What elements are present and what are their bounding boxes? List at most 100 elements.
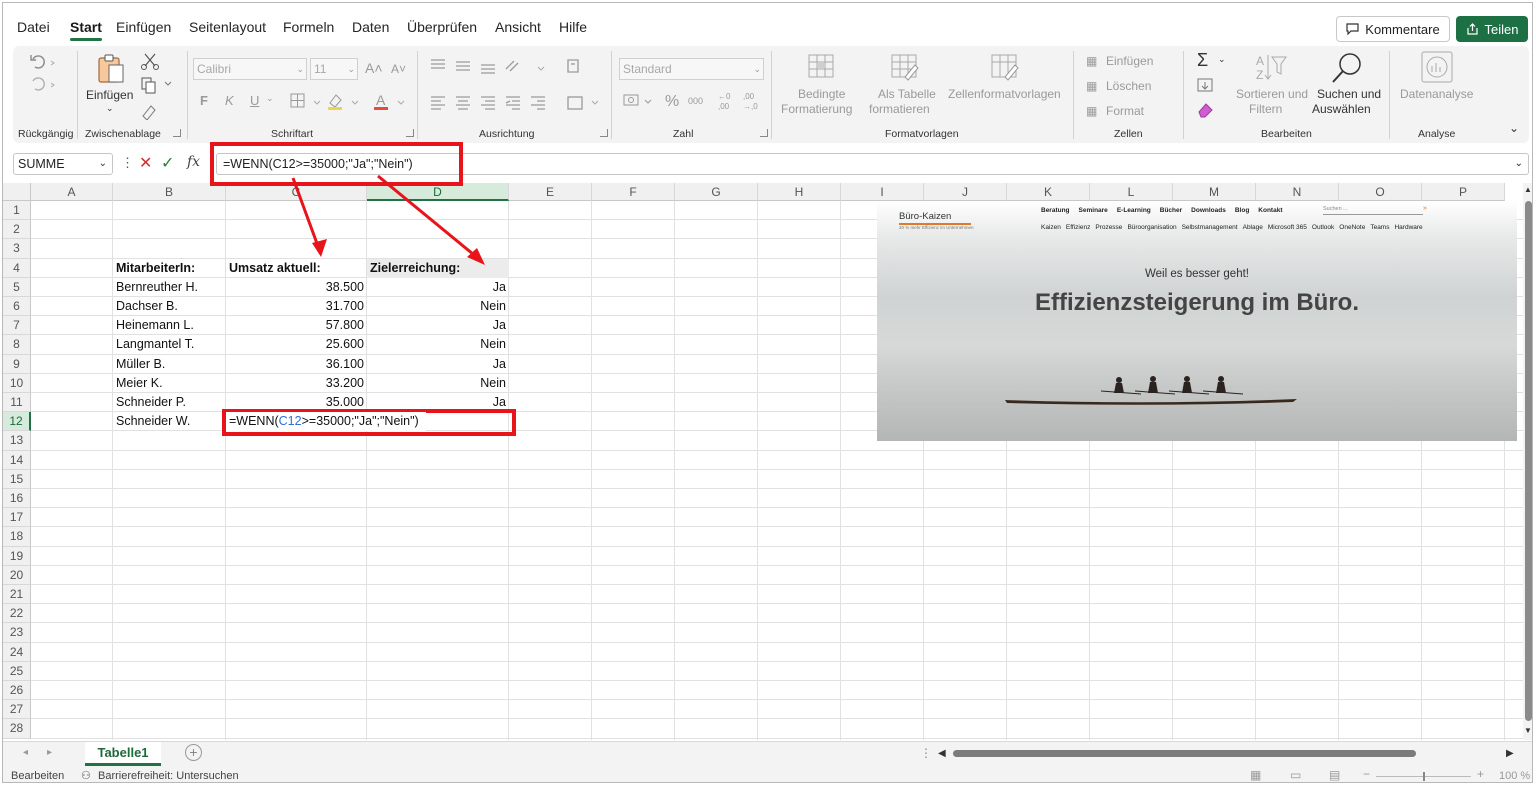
format-as-table-label-2[interactable]: formatieren [869,102,930,116]
tab-ansicht[interactable]: Ansicht [495,19,541,35]
tab-ueberpruefen[interactable]: Überprüfen [407,19,477,35]
vertical-scrollbar[interactable]: ▲ ▼ [1523,183,1532,740]
underline-button[interactable]: U [250,93,259,108]
row-header-19[interactable]: 19 [3,546,31,566]
column-header-j[interactable]: J [924,183,1007,201]
column-header-p[interactable]: P [1422,183,1505,201]
cells-insert-icon[interactable]: ▦ [1086,54,1097,68]
row-header-7[interactable]: 7 [3,316,31,336]
undo-redo-icon[interactable] [27,51,61,91]
clipboard-tools-icon[interactable] [139,52,175,120]
alignment-icons[interactable] [428,57,608,113]
row-header-9[interactable]: 9 [3,354,31,374]
grow-font-icon[interactable]: A˄ [365,60,383,76]
format-as-table-icon[interactable] [889,51,921,83]
zoom-out-icon[interactable]: − [1363,767,1370,781]
row-header-17[interactable]: 17 [3,508,31,528]
select-all-corner[interactable] [3,183,31,201]
table-cell-ziel[interactable]: Ja [367,355,509,374]
row-header-27[interactable]: 27 [3,700,31,720]
autosum-chevron-icon[interactable]: ⌄ [1218,54,1226,65]
cells-format-label[interactable]: Format [1106,104,1144,118]
column-header-f[interactable]: F [592,183,675,201]
table-cell-name[interactable]: Dachser B. [113,297,226,316]
accessibility-icon[interactable]: ⚇ [81,769,91,782]
table-cell-ziel[interactable]: Nein [367,374,509,393]
row-header-25[interactable]: 25 [3,661,31,681]
tab-seitenlayout[interactable]: Seitenlayout [189,19,266,35]
number-format-icons[interactable]: % 000 ←0 ,00 ,00 →,0 [623,90,763,112]
sheet-prev-icon[interactable]: ◂ [23,747,28,758]
row-header-18[interactable]: 18 [3,527,31,547]
vscroll-up-icon[interactable]: ▲ [1524,185,1532,194]
add-sheet-icon[interactable]: + [185,744,202,761]
vscroll-down-icon[interactable]: ▼ [1524,726,1532,735]
column-header-k[interactable]: K [1007,183,1090,201]
status-accessibility[interactable]: Barrierefreiheit: Untersuchen [98,770,239,782]
column-header-m[interactable]: M [1173,183,1256,201]
page-break-view-icon[interactable]: ▤ [1329,768,1340,782]
column-header-g[interactable]: G [675,183,758,201]
column-header-l[interactable]: L [1090,183,1173,201]
row-header-23[interactable]: 23 [3,623,31,643]
sheet-tab-tabelle1[interactable]: Tabelle1 [85,742,161,766]
column-header-n[interactable]: N [1256,183,1339,201]
table-cell-name[interactable]: Schneider W. [113,412,226,431]
cancel-icon[interactable]: ✕ [139,153,152,173]
table-cell-name[interactable]: Langmantel T. [113,335,226,354]
sort-filter-icon[interactable]: AZ [1254,51,1290,85]
table-cell-name[interactable]: Meier K. [113,374,226,393]
data-analysis-icon[interactable] [1420,50,1454,84]
cell-styles-label[interactable]: Zellenformatvorlagen [948,87,1061,101]
row-header-8[interactable]: 8 [3,335,31,355]
formula-bar-menu-icon[interactable]: ⋮ [121,155,134,171]
row-header-3[interactable]: 3 [3,239,31,259]
row-header-6[interactable]: 6 [3,297,31,317]
shrink-font-icon[interactable]: A˅ [391,62,406,76]
table-cell-name[interactable]: Schneider P. [113,393,226,412]
normal-view-icon[interactable]: ▦ [1250,768,1261,782]
table-header-mitarbeiter[interactable]: MitarbeiterIn: [113,259,226,278]
vertical-scrollbar-thumb[interactable] [1525,201,1532,721]
table-cell-name[interactable]: Bernreuther H. [113,278,226,297]
font-size-combo[interactable]: 11 ⌄ [310,58,358,80]
table-cell-ziel[interactable]: Ja [367,316,509,335]
format-as-table-label-1[interactable]: Als Tabelle [878,87,936,101]
cells-delete-label[interactable]: Löschen [1106,79,1151,93]
table-cell-umsatz[interactable]: 33.200 [226,374,367,393]
column-header-e[interactable]: E [509,183,592,201]
table-cell-umsatz[interactable]: 36.100 [226,355,367,374]
tab-start[interactable]: Start [70,19,102,41]
paste-chevron-icon[interactable]: ⌄ [106,103,114,114]
name-box-chevron-icon[interactable]: ⌄ [99,154,107,174]
row-header-24[interactable]: 24 [3,642,31,662]
table-cell-name[interactable]: Heinemann L. [113,316,226,335]
row-header-5[interactable]: 5 [3,277,31,297]
table-cell-umsatz[interactable]: 38.500 [226,278,367,297]
zoom-slider-thumb[interactable] [1423,772,1425,781]
insert-function-icon[interactable]: fx [187,154,200,170]
active-cell-editor[interactable]: =WENN(C12>=35000;"Ja";"Nein") [226,412,426,432]
row-header-4[interactable]: 4 [3,258,31,278]
row-header-15[interactable]: 15 [3,469,31,489]
row-header-21[interactable]: 21 [3,585,31,605]
underline-chevron-icon[interactable]: ⌄ [266,93,274,104]
row-header-1[interactable]: 1 [3,201,31,221]
column-header-i[interactable]: I [841,183,924,201]
table-cell-name[interactable]: Müller B. [113,355,226,374]
find-select-icon[interactable] [1331,51,1365,85]
table-cell-umsatz[interactable]: 31.700 [226,297,367,316]
cells-insert-label[interactable]: Einfügen [1106,54,1153,68]
number-format-combo[interactable]: Standard ⌄ [619,58,764,80]
column-header-o[interactable]: O [1339,183,1422,201]
fill-icon[interactable] [1197,77,1217,95]
zoom-in-icon[interactable]: + [1477,767,1484,781]
name-box[interactable]: SUMME ⌄ [13,153,113,175]
sheet-next-icon[interactable]: ▸ [47,747,52,758]
hscroll-right-icon[interactable]: ▶ [1506,748,1514,759]
clear-icon[interactable] [1197,102,1217,118]
italic-button[interactable]: K [225,93,234,108]
sort-filter-label-1[interactable]: Sortieren und [1236,87,1308,101]
embedded-website-image[interactable]: Büro-Kaizen 20 % mehr Effizienz im Unter… [877,201,1517,441]
table-cell-ziel[interactable]: Nein [367,297,509,316]
